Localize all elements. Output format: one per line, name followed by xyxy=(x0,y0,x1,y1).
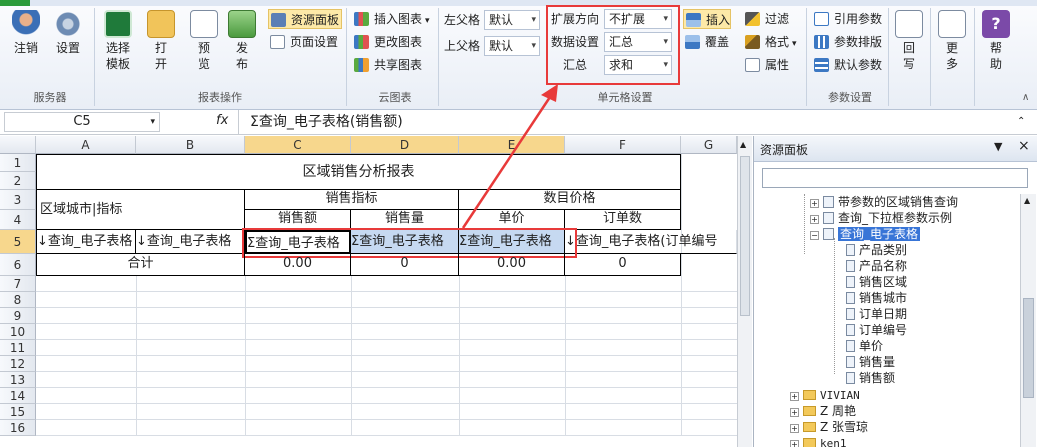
tree-item-query[interactable]: + 带参数的区域销售查询 xyxy=(810,194,958,210)
table-icon xyxy=(823,196,834,208)
tree-item-folder[interactable]: + VIVIAN xyxy=(790,387,860,404)
tree-item-field[interactable]: 订单编号 xyxy=(846,322,907,338)
panel-scrollbar[interactable]: ▲ xyxy=(1020,194,1036,447)
panel-search-input[interactable] xyxy=(762,168,1028,188)
tree-item-field[interactable]: 产品类别 xyxy=(846,242,907,258)
close-icon[interactable]: × xyxy=(1018,138,1030,154)
folder-icon xyxy=(803,390,816,400)
expand-icon[interactable]: + xyxy=(810,215,819,224)
tree-item-label: 产品类别 xyxy=(859,243,908,257)
table-icon xyxy=(823,228,834,240)
field-icon xyxy=(846,356,855,368)
tree-item-label: Z 周艳 xyxy=(820,404,857,418)
scrollbar-thumb[interactable] xyxy=(1023,298,1034,398)
tree-item-label: VIVIAN xyxy=(820,389,860,402)
tree-item-label: Z 张雪琼 xyxy=(820,420,869,434)
tree-item-label: 带参数的区域销售查询 xyxy=(838,195,959,209)
resource-panel: 资源面板 ▼ × + 带参数的区域销售查询 + 查询_下拉框参数示例 − 查询_电子表… xyxy=(753,136,1037,447)
field-icon xyxy=(846,308,855,320)
tree-item-field[interactable]: 单价 xyxy=(846,338,883,354)
field-icon xyxy=(846,244,855,256)
field-icon xyxy=(846,372,855,384)
folder-icon xyxy=(803,438,816,447)
field-icon xyxy=(846,260,855,272)
panel-header: 资源面板 ▼ × xyxy=(754,136,1037,162)
folder-icon xyxy=(803,406,816,416)
tree-item-label: ken1 xyxy=(820,437,847,447)
scroll-up-icon[interactable]: ▲ xyxy=(1024,196,1030,205)
tree-item-folder[interactable]: + ken1 xyxy=(790,435,847,447)
tree-item-folder[interactable]: + Z 周艳 xyxy=(790,403,856,419)
expand-icon[interactable]: + xyxy=(790,424,799,433)
tree-item-field[interactable]: 产品名称 xyxy=(846,258,907,274)
tree-item-field[interactable]: 销售额 xyxy=(846,370,895,386)
tree-line xyxy=(834,238,835,374)
tree-item-label: 订单日期 xyxy=(859,307,908,321)
field-icon xyxy=(846,276,855,288)
panel-menu-icon[interactable]: ▼ xyxy=(994,140,1002,153)
panel-title: 资源面板 xyxy=(760,143,809,157)
tree-item-field[interactable]: 销售城市 xyxy=(846,290,907,306)
expand-icon[interactable]: + xyxy=(790,440,799,447)
expand-icon[interactable]: + xyxy=(790,392,799,401)
tree-item-label: 销售量 xyxy=(859,355,896,369)
tree-item-folder[interactable]: + Z 张雪琼 xyxy=(790,419,868,435)
tree-line xyxy=(804,194,805,254)
tree-item-field[interactable]: 销售量 xyxy=(846,354,895,370)
tree-item-label: 销售额 xyxy=(859,371,896,385)
tree-item-label: 查询_电子表格 xyxy=(838,227,921,241)
collapse-icon[interactable]: − xyxy=(810,231,819,240)
tree-item-label: 产品名称 xyxy=(859,259,908,273)
arrow-line xyxy=(461,93,554,229)
tree-item-field[interactable]: 订单日期 xyxy=(846,306,907,322)
tree-item-label: 销售区域 xyxy=(859,275,908,289)
field-icon xyxy=(846,292,855,304)
field-icon xyxy=(846,324,855,336)
tree-item-query-selected[interactable]: − 查询_电子表格 xyxy=(810,226,921,242)
expand-icon[interactable]: + xyxy=(790,408,799,417)
resource-tree: + 带参数的区域销售查询 + 查询_下拉框参数示例 − 查询_电子表格 产品类别 产品… xyxy=(754,194,1019,447)
tree-item-label: 单价 xyxy=(859,339,884,353)
tree-item-field[interactable]: 销售区域 xyxy=(846,274,907,290)
folder-icon xyxy=(803,422,816,432)
tree-item-label: 查询_下拉框参数示例 xyxy=(838,211,953,225)
tree-item-label: 销售城市 xyxy=(859,291,908,305)
field-icon xyxy=(846,340,855,352)
tree-item-query[interactable]: + 查询_下拉框参数示例 xyxy=(810,210,952,226)
expand-icon[interactable]: + xyxy=(810,199,819,208)
table-icon xyxy=(823,212,834,224)
tree-item-label: 订单编号 xyxy=(859,323,908,337)
